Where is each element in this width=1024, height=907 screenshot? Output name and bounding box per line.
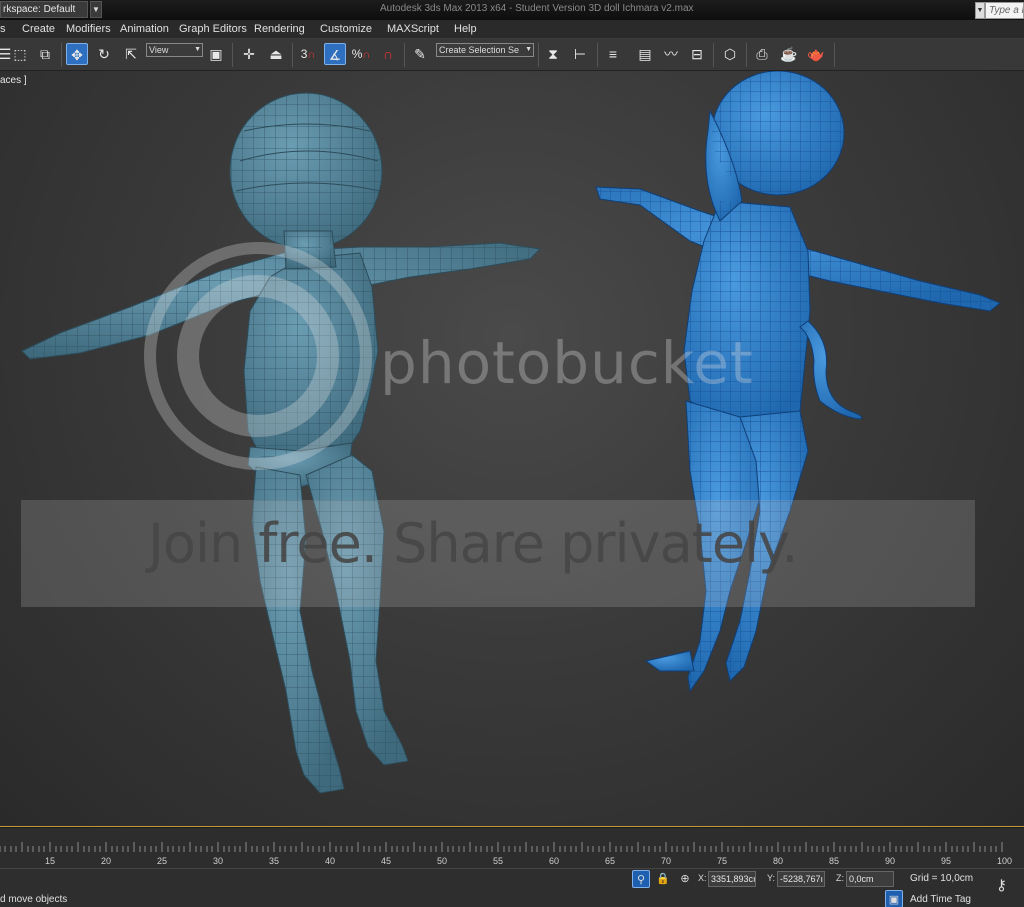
timeline-tick-label: 15 bbox=[45, 856, 56, 866]
named-selection-dropdown[interactable]: Create Selection Se ▼ bbox=[436, 43, 534, 57]
timeline-tick-label: 90 bbox=[885, 856, 896, 866]
material-editor-icon[interactable]: ⬡ bbox=[719, 43, 741, 65]
add-time-tag-button[interactable]: Add Time Tag bbox=[910, 894, 971, 905]
timeline-tick-label: 85 bbox=[829, 856, 840, 866]
snaps-toggle-icon[interactable]: 3∩ bbox=[297, 43, 319, 65]
z-label: Z: bbox=[836, 873, 844, 883]
select-rotate-icon[interactable]: ↻ bbox=[93, 43, 115, 65]
timeline-tick-label: 100 bbox=[997, 856, 1013, 866]
region-select-icon[interactable]: ⬚ bbox=[9, 43, 31, 65]
chevron-down-icon[interactable]: ▼ bbox=[975, 2, 985, 19]
mirror-icon[interactable]: ⧗ bbox=[542, 43, 564, 65]
toolbar-divider bbox=[61, 43, 62, 67]
toolbar-divider bbox=[232, 43, 233, 67]
grid-size: Grid = 10,0cm bbox=[910, 873, 974, 884]
scene-render bbox=[21, 71, 1001, 794]
window-title: Autodesk 3ds Max 2013 x64 - Student Vers… bbox=[380, 3, 694, 14]
menu-item-maxscript[interactable]: MAXScript bbox=[387, 23, 439, 35]
x-label: X: bbox=[698, 873, 707, 883]
timeline-tick-label: 70 bbox=[661, 856, 672, 866]
z-coordinate-field[interactable]: 0,0cm bbox=[846, 871, 894, 887]
title-bar: rkspace: Default ▼ Autodesk 3ds Max 2013… bbox=[0, 0, 1024, 20]
select-scale-icon[interactable]: ⇱ bbox=[120, 43, 142, 65]
render-production-icon[interactable]: 🫖 bbox=[805, 43, 827, 65]
timeline-tick-label: 75 bbox=[717, 856, 728, 866]
toolbar-divider bbox=[292, 43, 293, 67]
time-tag-icon[interactable]: ▣ bbox=[885, 890, 903, 907]
angle-snap-icon[interactable]: ∡ bbox=[324, 43, 346, 65]
timeline-tick-label: 55 bbox=[493, 856, 504, 866]
toolbar-divider bbox=[597, 43, 598, 67]
menu-item-edit[interactable]: s bbox=[0, 23, 6, 35]
rendered-frame-window-icon[interactable]: ☕ bbox=[778, 43, 800, 65]
percent-label: % bbox=[351, 47, 363, 61]
prompt-line: d move objects bbox=[0, 894, 68, 905]
y-label: Y: bbox=[767, 873, 776, 883]
schematic-view-icon[interactable]: ⊟ bbox=[686, 43, 708, 65]
select-manipulate-icon[interactable]: ✛ bbox=[238, 43, 260, 65]
menu-item-customize[interactable]: Customize bbox=[320, 23, 372, 35]
toolbar-divider bbox=[713, 43, 714, 67]
keyboard-shortcut-override-icon[interactable]: ⏏ bbox=[265, 43, 287, 65]
workspace-selector[interactable]: rkspace: Default bbox=[0, 1, 88, 18]
edit-named-selection-icon[interactable]: ✎ bbox=[409, 43, 431, 65]
reference-coordinate-dropdown[interactable]: View ▼ bbox=[146, 43, 203, 57]
menu-item-animation[interactable]: Animation bbox=[120, 23, 169, 35]
timeline-ruler[interactable] bbox=[0, 842, 1024, 852]
y-coordinate-field[interactable]: -5238,767ı bbox=[777, 871, 825, 887]
watermark-slogan: Join free. Share privately. bbox=[148, 512, 799, 575]
chevron-down-icon: ▼ bbox=[525, 46, 532, 53]
lock-icon[interactable]: 🔒 bbox=[654, 870, 672, 888]
doll-model-left[interactable] bbox=[21, 92, 542, 794]
timeline-tick-label: 50 bbox=[437, 856, 448, 866]
chevron-down-icon: ▼ bbox=[194, 46, 201, 53]
render-setup-icon[interactable]: ⎙ bbox=[751, 43, 773, 65]
watermark-logo-text: photobucket bbox=[380, 329, 754, 397]
timeline-tick-label: 20 bbox=[101, 856, 112, 866]
layer-manager-icon[interactable]: ≡ bbox=[602, 43, 624, 65]
timeline-tick-label: 40 bbox=[325, 856, 336, 866]
timeline-tick-label: 80 bbox=[773, 856, 784, 866]
toolbar-divider bbox=[746, 43, 747, 67]
timeline-tick-label: 45 bbox=[381, 856, 392, 866]
x-coordinate-field[interactable]: 3351,893cı bbox=[708, 871, 756, 887]
percent-snap-icon[interactable]: %∩ bbox=[350, 43, 372, 65]
menu-item-modifiers[interactable]: Modifiers bbox=[66, 23, 111, 35]
timeline-tick-label: 30 bbox=[213, 856, 224, 866]
timeline-tick-label: 60 bbox=[549, 856, 560, 866]
reference-coordinate-value: View bbox=[149, 45, 169, 55]
perspective-viewport[interactable]: aces ] photobucket Join free. Share priv… bbox=[0, 71, 1024, 827]
pivot-center-icon[interactable]: ▣ bbox=[205, 43, 227, 65]
window-crossing-icon[interactable]: ⧉ bbox=[34, 43, 56, 65]
menu-item-create[interactable]: Create bbox=[22, 23, 55, 35]
menu-item-rendering[interactable]: Rendering bbox=[254, 23, 305, 35]
curve-editor-icon[interactable]: 〰 bbox=[660, 43, 682, 65]
timeline-tick-label: 95 bbox=[941, 856, 952, 866]
spinner-snap-icon[interactable]: ∩ bbox=[377, 43, 399, 65]
toolbar-divider bbox=[404, 43, 405, 67]
graphite-tools-icon[interactable]: ▤ bbox=[634, 43, 656, 65]
chevron-down-icon[interactable]: ▼ bbox=[90, 1, 102, 18]
menu-item-help[interactable]: Help bbox=[454, 23, 477, 35]
absolute-mode-icon[interactable]: ⊕ bbox=[676, 870, 694, 888]
timeline-tick-label: 65 bbox=[605, 856, 616, 866]
search-input[interactable]: Type a k bbox=[985, 2, 1024, 19]
main-toolbar: ☰ ⬚ ⧉ ✥ ↻ ⇱ View ▼ ▣ ✛ ⏏ 3∩ ∡ %∩ ∩ ✎ Cre… bbox=[0, 39, 1024, 71]
timeline-tick-label: 25 bbox=[157, 856, 168, 866]
select-move-icon[interactable]: ✥ bbox=[66, 43, 88, 65]
named-selection-value: Create Selection Se bbox=[439, 45, 520, 55]
menu-bar: s Create Modifiers Animation Graph Edito… bbox=[0, 20, 1024, 39]
key-icon[interactable]: ⚷ bbox=[996, 876, 1007, 894]
timeline-tick-label: 35 bbox=[269, 856, 280, 866]
align-icon[interactable]: ⊢ bbox=[569, 43, 591, 65]
toolbar-divider bbox=[538, 43, 539, 67]
isolate-selection-icon[interactable]: ⚲ bbox=[632, 870, 650, 888]
menu-item-graph-editors[interactable]: Graph Editors bbox=[179, 23, 247, 35]
toolbar-divider bbox=[834, 43, 835, 67]
